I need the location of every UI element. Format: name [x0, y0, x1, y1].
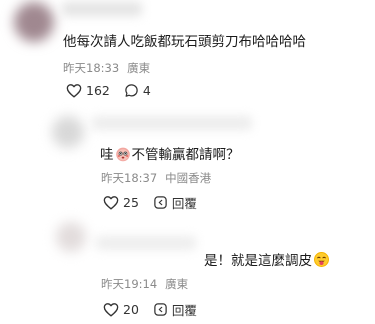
username-blurred[interactable] — [62, 2, 142, 16]
comment-meta: 昨天19:14 廣東 — [101, 276, 188, 292]
username-blurred[interactable] — [96, 236, 196, 250]
like-count: 25 — [123, 195, 139, 210]
comment-text-main: 是！就是這麼調皮 — [204, 253, 312, 269]
location: 廣東 — [127, 61, 151, 75]
comment-meta: 昨天18:33 廣東 — [63, 60, 150, 76]
tongue-out-face-emoji — [313, 251, 330, 273]
comment-text: 是！就是這麼調皮 — [204, 251, 331, 273]
reply-count: 4 — [142, 83, 151, 98]
avatar[interactable] — [14, 2, 54, 42]
like-button[interactable]: 162 — [66, 83, 110, 98]
speech-bubble-icon — [125, 84, 138, 97]
comment-text-after: 不管輸贏都請啊？ — [131, 147, 240, 163]
like-count: 20 — [123, 302, 139, 317]
avatar[interactable] — [56, 222, 86, 252]
timestamp: 昨天18:37 — [101, 171, 158, 185]
timestamp: 昨天18:33 — [63, 61, 120, 75]
avatar[interactable] — [52, 116, 84, 148]
like-count: 162 — [86, 83, 110, 98]
like-button[interactable]: 25 — [103, 195, 139, 210]
location: 廣東 — [165, 277, 189, 291]
heart-outline-icon — [103, 196, 119, 210]
reply-label: 回覆 — [171, 303, 197, 318]
reply-button[interactable]: 回覆 — [153, 300, 197, 319]
comment-text-before: 哇 — [100, 147, 114, 163]
username-blurred[interactable] — [92, 116, 252, 130]
comment-text: 他每次請人吃飯都玩石頭剪刀布哈哈哈哈 — [63, 34, 306, 50]
timestamp: 昨天19:14 — [101, 277, 158, 291]
comment-actions: 20 回覆 — [103, 300, 211, 319]
like-button[interactable]: 20 — [103, 302, 139, 317]
comment-actions: 162 4 — [66, 83, 165, 98]
reply-box-icon — [154, 303, 167, 316]
comment-meta: 昨天18:37 中國香港 — [101, 170, 211, 186]
reply-button[interactable]: 回覆 — [153, 193, 197, 212]
comment-actions: 25 回覆 — [103, 193, 211, 212]
comment-text: 哇 不管輸贏都請啊？ — [100, 146, 240, 167]
heart-outline-icon — [103, 303, 119, 317]
heart-outline-icon — [66, 84, 82, 98]
comment-button[interactable]: 4 — [124, 83, 151, 98]
reply-label: 回覆 — [171, 196, 197, 211]
reply-box-icon — [154, 196, 167, 209]
flushed-face-emoji — [115, 146, 131, 167]
location: 中國香港 — [165, 171, 212, 185]
